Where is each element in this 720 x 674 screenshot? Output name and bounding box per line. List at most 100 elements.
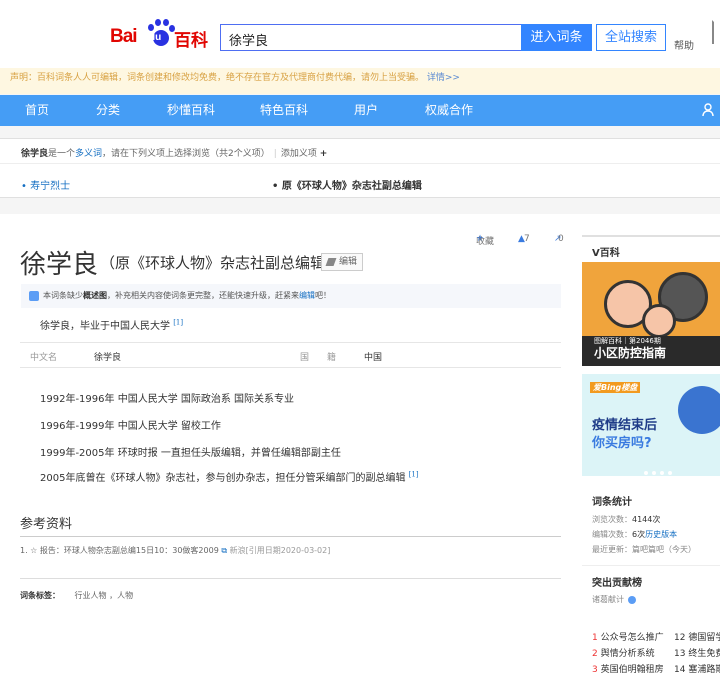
polysemy-item-2: • 原《环球人物》杂志社副总编辑 (272, 181, 422, 192)
logo-bai-text: Bai (110, 26, 138, 47)
ad2-line2: 你买房吗? (592, 436, 652, 451)
polysemy-item-1[interactable]: • 寿宁烈士 (21, 177, 70, 192)
references-heading: 参考资料 (20, 517, 73, 532)
baidu-baike-logo[interactable]: Bai du 百科 (110, 18, 210, 51)
tags-divider (20, 578, 561, 579)
main-nav: 首页 分类 秒懂百科 特色百科 用户 权威合作 (0, 95, 720, 126)
top-header: Bai du 百科 徐学良 进入词条 全站搜索 帮助 (0, 0, 720, 68)
timeline-text: 中国人民大学 国际政治系 国际关系专业 (117, 394, 295, 405)
vbaike-heading: V百科 (582, 235, 720, 261)
help-link[interactable]: 帮助 (674, 37, 694, 52)
basic-value-nationality: 中国 (364, 353, 383, 363)
notice-more-link[interactable]: 详情>> (427, 73, 460, 83)
views-label: 浏览次数： (592, 515, 632, 524)
contributor-name: 诸葛献计 (592, 595, 624, 604)
nav-item-category[interactable]: 分类 (96, 95, 120, 126)
tip-text-3: 吧！ (315, 291, 331, 300)
timeline-item: 1996年-1999年 中国人民大学 留校工作 (40, 417, 221, 432)
polysemy-tip-text-2: ，请在下列义项上选择浏览（共2个义项） (102, 149, 270, 159)
collect-label: 收藏 (476, 237, 495, 247)
timeline-text: 中国人民大学 留校工作 (117, 421, 221, 432)
nav-item-authority[interactable]: 权威合作 (425, 95, 473, 126)
search-input[interactable]: 徐学良 (220, 24, 522, 51)
hot-item-text: 德国留学 (688, 633, 720, 643)
polysemy-item-2-label: 原《环球人物》杂志社副总编辑 (281, 181, 422, 192)
summary-reference[interactable]: [1] (173, 319, 183, 327)
basic-value-name: 徐学良 (94, 353, 122, 363)
reference-title: 1. ☆ 报告：环球人物杂志副总编15日10：30做客2009 (20, 546, 219, 555)
basic-key-nationality: 国 籍 (300, 353, 337, 363)
housing-ad-card[interactable]: 爱Bing楼盘 疫情结束后 你买房吗? (582, 374, 720, 476)
hot-item[interactable]: 3 英国伯明翰租房 (592, 662, 664, 674)
timeline-item: 2005年底曾在《环球人物》杂志社，参与创办杂志，担任分管采编部门的副总编辑 [… (40, 469, 419, 484)
updated-value[interactable]: 篇吧篇吧（今天） (632, 545, 696, 554)
ad1-title: 小区防控指南 (594, 346, 667, 360)
history-link[interactable]: 历史版本 (645, 530, 677, 539)
contributor-badge-icon (628, 595, 636, 604)
hot-item-text: 舆情分析系统 (600, 649, 655, 659)
polysemy-divider (0, 163, 720, 164)
hot-item[interactable]: 14 塞浦路斯 (674, 662, 720, 674)
tip-text-1: 本词条缺少 (43, 291, 83, 300)
carousel-dots[interactable] (644, 464, 676, 476)
nav-item-user[interactable]: 用户 (354, 95, 378, 126)
hot-item[interactable]: 13 终生免费 (674, 646, 720, 659)
hot-item-text: 英国伯明翰租房 (600, 665, 664, 674)
add-sense-label: 添加义项 (280, 149, 317, 159)
entry-tags: 词条标签： 行业人物 ，人物 (20, 590, 133, 601)
basic-info: 中文名 徐学良 国 籍 中国 (20, 342, 561, 368)
add-sense-button[interactable]: 添加义项 + (281, 149, 327, 159)
hot-item-number: 3 (592, 665, 598, 674)
polysemy-link[interactable]: 多义词 (75, 149, 102, 159)
edit-button[interactable]: 编辑 (321, 253, 363, 271)
share-count: 0 (558, 234, 564, 244)
user-icon[interactable] (702, 103, 714, 117)
polysemy-item-1-label: 寿宁烈士 (30, 181, 71, 192)
pencil-icon (325, 258, 337, 266)
hot-item[interactable]: 2 舆情分析系统 (592, 646, 655, 659)
summary-text: 徐学良，毕业于中国人民大学 (40, 321, 170, 332)
hot-item[interactable]: 12 德国留学 (674, 630, 720, 643)
edits-value: 6次 (632, 530, 646, 539)
hot-item-number: 12 (674, 633, 686, 643)
entry-stats: 词条统计 浏览次数：4144次 编辑次数：6次历史版本 最近更新：篇吧篇吧（今天… (582, 484, 720, 564)
hot-item[interactable]: 1 公众号怎么推广 (592, 630, 664, 643)
timeline-item: 1992年-1996年 中国人民大学 国际政治系 国际关系专业 (40, 390, 294, 405)
references-divider (20, 536, 561, 537)
missing-image-tip: 本词条缺少概述图，补充相关内容使词条更完整，还能快速升级，赶紧来编辑吧！ (21, 284, 561, 308)
hot-item-text: 塞浦路斯 (688, 665, 720, 674)
tip-edit-link[interactable]: 编辑 (299, 291, 315, 300)
stats-heading: 词条统计 (592, 497, 632, 508)
reference-item[interactable]: 1. ☆ 报告：环球人物杂志副总编15日10：30做客2009 ⧉ 新浪[引用日… (20, 545, 330, 556)
tags-label: 词条标签： (20, 591, 60, 600)
tip-bold: 概述图 (83, 291, 107, 300)
search-all-button[interactable]: 全站搜索 (596, 24, 666, 51)
views-value: 4144次 (632, 515, 661, 524)
notice-text: 声明：百科词条人人可编辑，词条创建和修改均免费，绝不存在官方及代理商付费代编，请… (10, 73, 425, 83)
vbaike-ad-card[interactable]: 图解百科｜第2046期 小区防控指南 (582, 262, 720, 366)
plus-icon: + (319, 149, 328, 159)
like-count: 7 (524, 234, 530, 244)
tags-values[interactable]: 行业人物 ，人物 (75, 591, 134, 600)
virus-icon (678, 386, 720, 434)
contributors-panel: 突出贡献榜 诸葛献计 (582, 565, 720, 613)
stats-edits: 编辑次数：6次历史版本 (592, 529, 677, 540)
corner-decoration (712, 20, 720, 44)
stats-views: 浏览次数：4144次 (592, 514, 660, 525)
timeline-year: 1996年-1999年 (40, 421, 115, 432)
tip-text-2: ，补充相关内容使词条更完整，还能快速升级，赶紧来 (107, 291, 299, 300)
logo-du-text: du (149, 32, 162, 43)
notice-bar: 声明：百科词条人人可编辑，词条创建和修改均免费，绝不存在官方及代理商付费代编，请… (0, 68, 720, 94)
contributor-item[interactable]: 诸葛献计 (592, 594, 636, 605)
timeline-reference[interactable]: [1] (409, 471, 419, 479)
nav-item-home[interactable]: 首页 (25, 95, 49, 126)
hot-list: 1 公众号怎么推广 2 舆情分析系统 3 英国伯明翰租房 12 德国留学 13 … (582, 622, 720, 674)
nav-item-featured[interactable]: 特色百科 (260, 95, 308, 126)
ad2-line1: 疫情结束后 (592, 418, 658, 433)
page-title: 徐学良 (20, 250, 99, 280)
enter-entry-button[interactable]: 进入词条 (521, 24, 592, 51)
timeline-item: 1999年-2005年 环球时报 一直担任头版编辑，并曾任编辑部副主任 (40, 444, 341, 459)
polysemy-tip-text: 是一个 (48, 149, 76, 159)
nav-item-miaodong[interactable]: 秒懂百科 (167, 95, 215, 126)
polysemy-tip: 徐学良是一个多义词，请在下列义项上选择浏览（共2个义项） | 添加义项 + (21, 149, 328, 159)
